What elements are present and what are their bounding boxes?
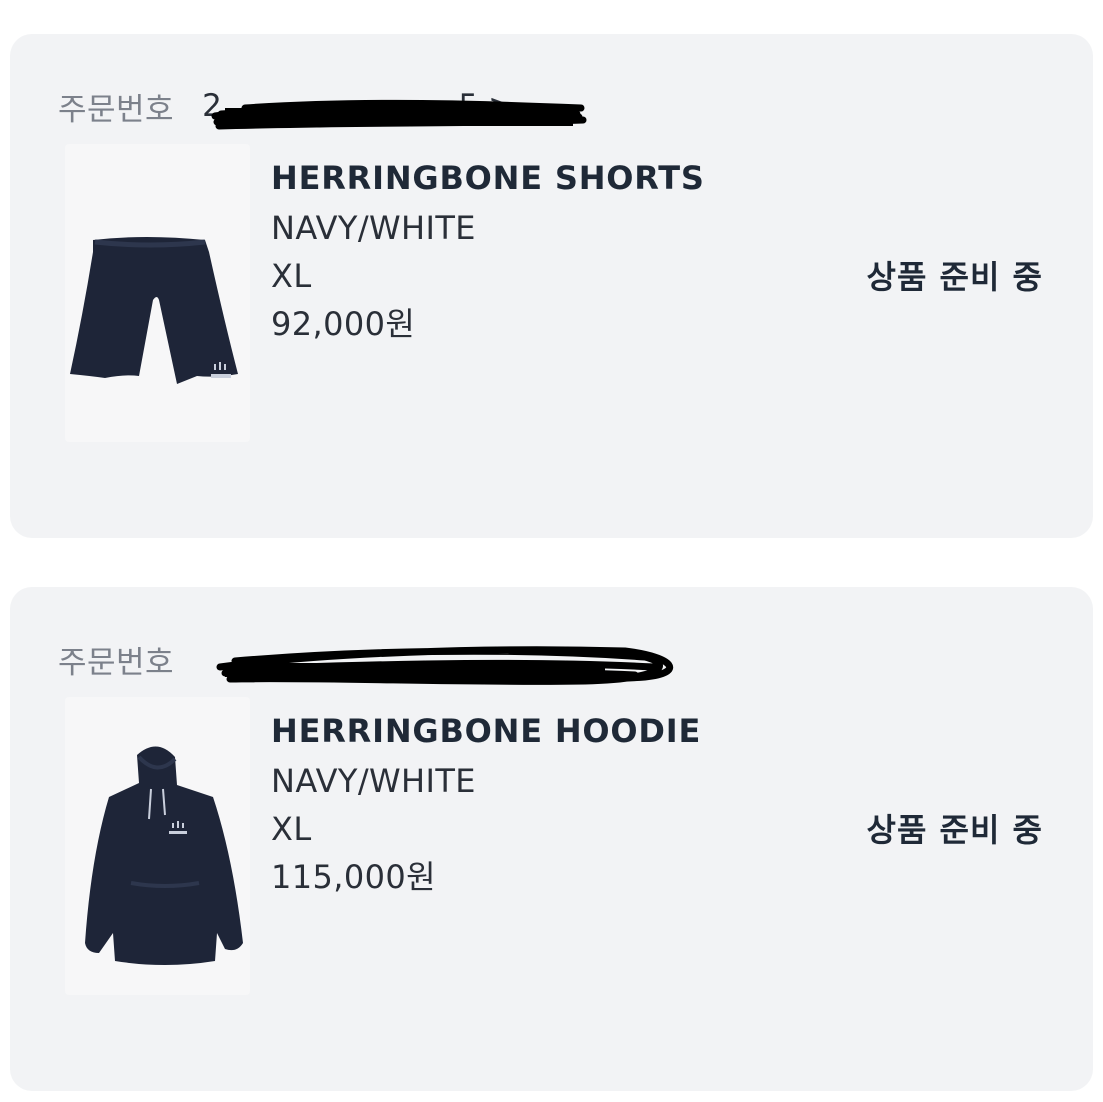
order-number-row[interactable]: 주문번호 — [58, 639, 202, 681]
product-color: NAVY/WHITE — [271, 762, 476, 800]
order-number-label: 주문번호 — [58, 644, 175, 681]
product-thumbnail[interactable] — [65, 697, 250, 995]
product-thumbnail[interactable] — [65, 144, 250, 442]
product-name[interactable]: HERRINGBONE HOODIE — [271, 709, 701, 757]
order-status: 상품 준비 중 — [866, 811, 1043, 849]
product-price: 92,000원 — [271, 305, 416, 343]
order-card: 주문번호 HERRINGBONE HOODIE NAVY/WHITE XL 11… — [10, 587, 1093, 1091]
order-number-link[interactable]: 2 5 > — [202, 88, 514, 124]
product-color: NAVY/WHITE — [271, 209, 476, 247]
product-size: XL — [271, 810, 312, 848]
order-number-row[interactable]: 주문번호 2 5 > — [58, 86, 514, 128]
navy-hoodie-icon — [85, 746, 243, 965]
order-status: 상품 준비 중 — [866, 258, 1043, 296]
order-card: 주문번호 2 5 > HERRINGBONE SHORTS NAVY/WHITE… — [10, 34, 1093, 538]
product-info: HERRINGBONE HOODIE NAVY/WHITE XL 115,000… — [271, 709, 701, 901]
navy-shorts-icon — [70, 237, 238, 384]
order-number-label: 주문번호 — [58, 91, 175, 128]
redaction-scribble — [216, 646, 673, 685]
product-name[interactable]: HERRINGBONE SHORTS — [271, 156, 705, 204]
product-price: 115,000원 — [271, 858, 436, 896]
product-size: XL — [271, 257, 312, 295]
product-info: HERRINGBONE SHORTS NAVY/WHITE XL 92,000원 — [271, 156, 705, 348]
